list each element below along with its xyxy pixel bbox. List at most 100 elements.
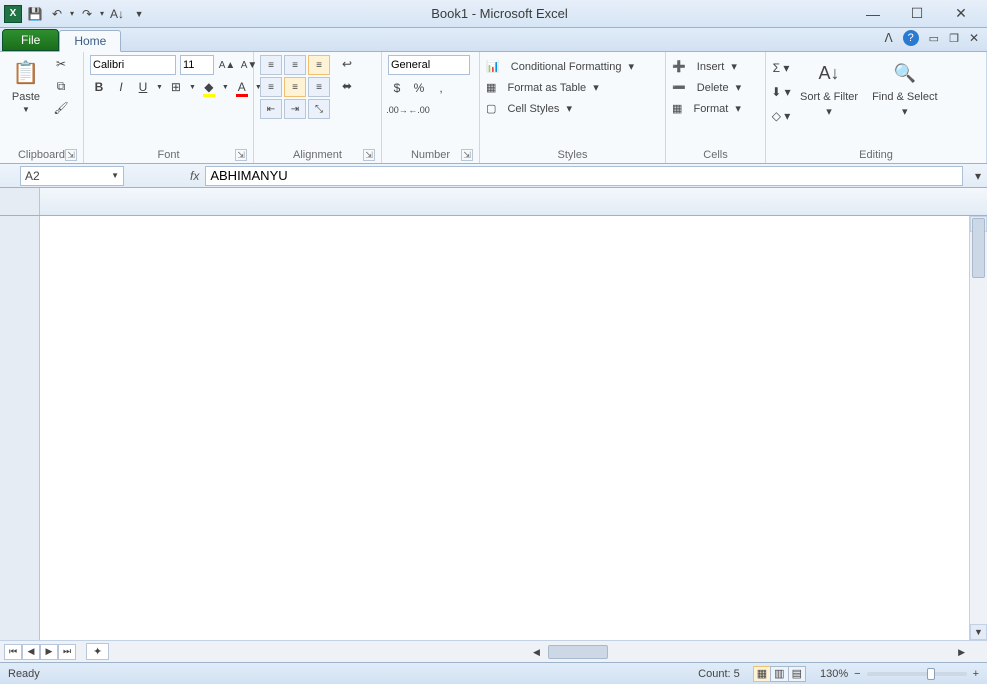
fill-icon[interactable]: ⬇ ▾ [772,83,790,101]
page-layout-view-icon[interactable]: ▥ [770,666,788,682]
number-group-label: Number [411,149,450,161]
number-format-input[interactable] [388,55,470,75]
scroll-thumb[interactable] [972,218,985,278]
insert-cells-icon: ➕ [672,60,686,73]
indent-decrease-icon[interactable]: ⇤ [260,99,282,119]
sheet-nav-last-icon[interactable]: ⏭ [58,644,76,660]
excel-icon[interactable]: X [4,5,22,23]
align-top-left-icon[interactable]: ≡ [260,55,282,75]
delete-cells-button[interactable]: ➖ Delete ▾ [672,80,741,95]
name-box[interactable]: A2▼ [20,166,124,186]
align-mid-center-icon[interactable]: ≡ [284,77,306,97]
new-sheet-icon[interactable]: ✦ [86,643,109,660]
minimize-button[interactable]: — [851,2,895,26]
number-dialog-icon[interactable]: ⇲ [461,149,473,161]
normal-view-icon[interactable]: ▦ [753,666,771,682]
font-size-input[interactable] [180,55,214,75]
sort-qat-icon[interactable]: A↓ [108,5,126,23]
autosum-icon[interactable]: Σ ▾ [772,59,790,77]
font-dialog-icon[interactable]: ⇲ [235,149,247,161]
border-icon[interactable]: ⊞ [167,78,185,96]
sheet-nav-prev-icon[interactable]: ◀ [22,644,40,660]
save-icon[interactable]: 💾 [26,5,44,23]
align-top-center-icon[interactable]: ≡ [284,55,306,75]
zoom-level[interactable]: 130% [820,668,848,680]
worksheet-grid[interactable]: ▲ ▼ [0,216,987,640]
format-as-table-button[interactable]: ▦ Format as Table ▾ [486,80,634,95]
window-close-icon[interactable]: ✕ [969,31,979,45]
align-top-right-icon[interactable]: ≡ [308,55,330,75]
close-button[interactable]: ✕ [939,2,983,26]
insert-cells-button[interactable]: ➕ Insert ▾ [672,59,741,74]
page-break-view-icon[interactable]: ▤ [788,666,806,682]
italic-icon[interactable]: I [112,78,130,96]
formula-bar-row: A2▼ fx ▾ [0,164,987,188]
vertical-scrollbar[interactable]: ▲ ▼ [969,216,987,640]
increase-decimal-icon[interactable]: .00→ [388,101,406,119]
qat-customize-icon[interactable]: ▼ [130,5,148,23]
window-title: Book1 - Microsoft Excel [148,6,851,21]
scroll-down-icon[interactable]: ▼ [970,624,987,640]
copy-icon[interactable]: ⧉ [52,77,70,95]
find-select-label: Find & Select [872,91,937,103]
maximize-button[interactable]: ☐ [895,2,939,26]
cell-styles-button[interactable]: ▢ Cell Styles ▾ [486,101,634,116]
redo-icon[interactable]: ↷ [78,5,96,23]
conditional-formatting-button[interactable]: 📊 Conditional Formatting ▾ [486,59,634,74]
grow-font-icon[interactable]: A▲ [218,56,236,74]
align-mid-left-icon[interactable]: ≡ [260,77,282,97]
window-restore-icon[interactable]: ❐ [949,32,959,45]
cut-icon[interactable]: ✂ [52,55,70,73]
alignment-grid[interactable]: ≡≡≡ ≡≡≡ ⇤⇥⤡ [260,55,330,119]
accounting-format-icon[interactable]: $ [388,79,406,97]
clear-icon[interactable]: ◇ ▾ [772,107,790,125]
ribbon: 📋 Paste ▼ ✂ ⧉ 🖌 Clipboard⇲ A▲ A▼ B I [0,52,987,164]
sheet-nav-first-icon[interactable]: ⏮ [4,644,22,660]
undo-icon[interactable]: ↶ [48,5,66,23]
percent-format-icon[interactable]: % [410,79,428,97]
font-group-label: Font [157,149,179,161]
fill-color-icon[interactable]: ◆ [200,78,218,96]
paste-button[interactable]: 📋 Paste ▼ [6,55,46,116]
horizontal-scrollbar[interactable]: ◀ ▶ [529,644,969,660]
underline-icon[interactable]: U [134,78,152,96]
sheet-nav-next-icon[interactable]: ▶ [40,644,58,660]
hscroll-left-icon[interactable]: ◀ [529,647,544,658]
window-min-icon[interactable]: ▭ [929,32,939,45]
clipboard-dialog-icon[interactable]: ⇲ [65,149,77,161]
bold-icon[interactable]: B [90,78,108,96]
status-bar: Ready Count: 5 ▦▥▤ 130% − + [0,662,987,684]
align-mid-right-icon[interactable]: ≡ [308,77,330,97]
indent-increase-icon[interactable]: ⇥ [284,99,306,119]
comma-format-icon[interactable]: , [432,79,450,97]
decrease-decimal-icon[interactable]: ←.00 [410,101,428,119]
select-all-corner[interactable] [0,188,40,215]
format-painter-icon[interactable]: 🖌 [52,99,70,117]
merge-center-icon[interactable]: ⬌ [338,77,356,95]
wrap-text-icon[interactable]: ↩ [338,55,356,73]
font-name-input[interactable] [90,55,176,75]
help-icon[interactable]: ? [903,30,919,46]
tab-home[interactable]: Home [59,30,121,52]
styles-group-label: Styles [558,149,588,161]
zoom-out-icon[interactable]: − [854,668,860,680]
hscroll-right-icon[interactable]: ▶ [954,647,969,658]
find-select-button[interactable]: 🔍 Find & Select▾ [868,55,941,120]
sort-filter-label: Sort & Filter [800,91,858,103]
font-color-icon[interactable]: A [233,78,251,96]
fx-icon[interactable]: fx [190,169,199,183]
sort-filter-button[interactable]: A↓ Sort & Filter▾ [796,55,862,120]
quick-access-toolbar: X 💾 ↶▾ ↷▾ A↓ ▼ [0,5,148,23]
zoom-in-icon[interactable]: + [973,668,979,680]
delete-cells-icon: ➖ [672,81,686,94]
file-tab[interactable]: File [2,29,59,51]
formula-input[interactable] [205,166,963,186]
orientation-icon[interactable]: ⤡ [308,99,330,119]
format-cells-button[interactable]: ▦ Format ▾ [672,101,741,116]
editing-group-label: Editing [859,149,893,161]
alignment-dialog-icon[interactable]: ⇲ [363,149,375,161]
expand-formula-icon[interactable]: ▾ [969,169,987,183]
paste-icon: 📋 [10,57,42,89]
minimize-ribbon-icon[interactable]: ᐱ [884,31,892,45]
zoom-slider[interactable] [867,672,967,676]
